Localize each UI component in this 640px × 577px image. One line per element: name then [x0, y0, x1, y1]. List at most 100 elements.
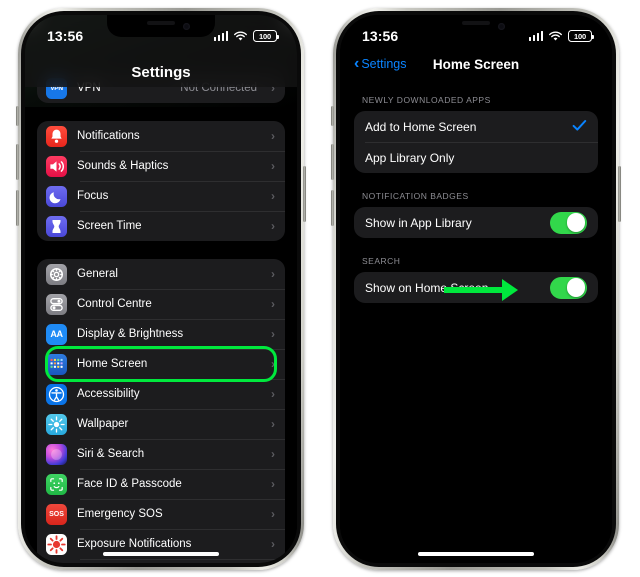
- home-screen-navbar: ‹ Settings Home Screen: [340, 49, 612, 79]
- chevron-right-icon: ›: [271, 219, 275, 233]
- mute-switch-left[interactable]: [16, 106, 19, 126]
- general-gear-icon: [46, 263, 67, 285]
- settings-app: VPN VPN Not Connected › Notifications › Sounds…: [25, 15, 297, 563]
- settings-row-label: Add to Home Screen: [365, 119, 477, 134]
- cellular-bars-icon: [213, 31, 228, 41]
- volume-up-button-right[interactable]: [331, 144, 334, 180]
- exposure-notifications-icon: [46, 533, 67, 555]
- battery-percent-right: 100: [574, 31, 586, 41]
- settings-groups: VPN VPN Not Connected › Notifications › Sounds…: [37, 73, 285, 563]
- status-bar-right: 13:56 100: [340, 15, 612, 51]
- settings-row-display-brightness[interactable]: AA Display & Brightness ›: [37, 319, 285, 349]
- chevron-right-icon: ›: [271, 267, 275, 281]
- screenshot-stage: VPN VPN Not Connected › Notifications › Sounds…: [0, 0, 640, 577]
- settings-row-label: Emergency SOS: [77, 508, 163, 520]
- wifi-icon-right: [548, 31, 563, 42]
- chevron-right-icon: ›: [271, 129, 275, 143]
- power-button-right[interactable]: [618, 166, 621, 222]
- battery-icon: 100: [253, 30, 279, 42]
- home-screen-settings-page: ‹ Settings Home Screen NEWLY DOWNLOADED …: [340, 15, 612, 563]
- chevron-right-icon: ›: [271, 417, 275, 431]
- settings-row-label: Sounds & Haptics: [77, 160, 169, 172]
- emergency-sos-icon: SOS: [46, 503, 67, 525]
- volume-down-button-right[interactable]: [331, 190, 334, 226]
- status-indicators: 100: [213, 30, 279, 42]
- section-header: SEARCH: [362, 256, 401, 266]
- battery-percent: 100: [259, 31, 271, 41]
- control-centre-icon: [46, 293, 67, 315]
- chevron-right-icon: ›: [271, 387, 275, 401]
- chevron-right-icon: ›: [271, 159, 275, 173]
- home-indicator-left: [103, 551, 219, 556]
- chevron-left-icon: ‹: [354, 54, 360, 72]
- settings-row-general[interactable]: General ›: [37, 259, 285, 289]
- settings-group: General › Control Centre › AA Display & Brigh…: [37, 259, 285, 563]
- wifi-icon: [233, 31, 248, 42]
- settings-row-siri-search[interactable]: Siri & Search ›: [37, 439, 285, 469]
- settings-row-emergency-sos[interactable]: SOS Emergency SOS ›: [37, 499, 285, 529]
- right-phone-screen: ‹ Settings Home Screen NEWLY DOWNLOADED …: [340, 15, 612, 563]
- status-time: 13:56: [47, 28, 84, 44]
- chevron-right-icon: ›: [271, 357, 275, 371]
- face-id-icon: [46, 473, 67, 495]
- display-brightness-icon: AA: [46, 323, 67, 345]
- settings-row-label: Show on Home Screen: [365, 280, 489, 295]
- back-button-label: Settings: [361, 57, 407, 71]
- home-screen-icon: [46, 353, 67, 375]
- settings-row-label: General: [77, 268, 118, 280]
- status-time-right: 13:56: [362, 28, 399, 44]
- settings-row-sounds-haptics[interactable]: Sounds & Haptics ›: [37, 151, 285, 181]
- cellular-bars-icon-right: [528, 31, 543, 41]
- volume-down-button-left[interactable]: [16, 190, 19, 226]
- toggle-knob: [566, 213, 586, 232]
- settings-row-focus[interactable]: Focus ›: [37, 181, 285, 211]
- settings-row-face-id-passcode[interactable]: Face ID & Passcode ›: [37, 469, 285, 499]
- settings-row-label: Home Screen: [77, 358, 148, 370]
- settings-row-app-library-only[interactable]: App Library Only: [354, 142, 598, 173]
- settings-row-add-to-home-screen[interactable]: Add to Home Screen: [354, 111, 598, 142]
- accessibility-icon: [46, 383, 67, 405]
- volume-up-button-left[interactable]: [16, 144, 19, 180]
- left-phone-device: VPN VPN Not Connected › Notifications › Sounds…: [16, 8, 306, 570]
- power-button-left[interactable]: [303, 166, 306, 222]
- section-header: NOTIFICATION BADGES: [362, 191, 469, 201]
- right-phone-device: ‹ Settings Home Screen NEWLY DOWNLOADED …: [331, 8, 621, 570]
- settings-row-label: Notifications: [77, 130, 140, 142]
- chevron-right-icon: ›: [271, 297, 275, 311]
- settings-row-control-centre[interactable]: Control Centre ›: [37, 289, 285, 319]
- battery-icon-right: 100: [568, 30, 594, 42]
- sounds-haptics-icon: [46, 155, 67, 177]
- settings-row-wallpaper[interactable]: Wallpaper ›: [37, 409, 285, 439]
- left-phone-screen: VPN VPN Not Connected › Notifications › Sounds…: [25, 15, 297, 563]
- chevron-right-icon: ›: [271, 189, 275, 203]
- mute-switch-right[interactable]: [331, 106, 334, 126]
- back-to-settings-button[interactable]: ‹ Settings: [354, 54, 407, 72]
- settings-row-home-screen[interactable]: Home Screen ›: [37, 346, 285, 382]
- status-indicators-right: 100: [528, 30, 594, 42]
- settings-row-screen-time[interactable]: Screen Time ›: [37, 211, 285, 241]
- toggle-switch[interactable]: [550, 276, 587, 299]
- chevron-right-icon: ›: [271, 537, 275, 551]
- settings-row-notifications[interactable]: Notifications ›: [37, 121, 285, 151]
- settings-row-battery[interactable]: Battery›: [37, 559, 285, 563]
- home-indicator-right: [418, 551, 534, 556]
- settings-row-label: Show in App Library: [365, 215, 472, 230]
- settings-row-label: Screen Time: [77, 220, 142, 232]
- siri-search-icon: [46, 443, 67, 465]
- settings-group: Show in App Library: [354, 207, 598, 238]
- settings-row-label: Display & Brightness: [77, 328, 184, 340]
- settings-row-show-on-home-screen[interactable]: Show on Home Screen: [354, 272, 598, 303]
- chevron-right-icon: ›: [271, 507, 275, 521]
- toggle-switch[interactable]: [550, 211, 587, 234]
- settings-row-label: Exposure Notifications: [77, 538, 192, 550]
- settings-row-label: Face ID & Passcode: [77, 478, 182, 490]
- settings-scroll-area[interactable]: VPN VPN Not Connected › Notifications › Sounds…: [25, 15, 297, 563]
- wallpaper-icon: [46, 413, 67, 435]
- chevron-right-icon: ›: [271, 477, 275, 491]
- chevron-right-icon: ›: [271, 447, 275, 461]
- toggle-knob: [566, 278, 586, 297]
- settings-row-label: Siri & Search: [77, 448, 145, 460]
- settings-row-show-in-app-library[interactable]: Show in App Library: [354, 207, 598, 238]
- section-header: NEWLY DOWNLOADED APPS: [362, 95, 491, 105]
- settings-row-accessibility[interactable]: Accessibility ›: [37, 379, 285, 409]
